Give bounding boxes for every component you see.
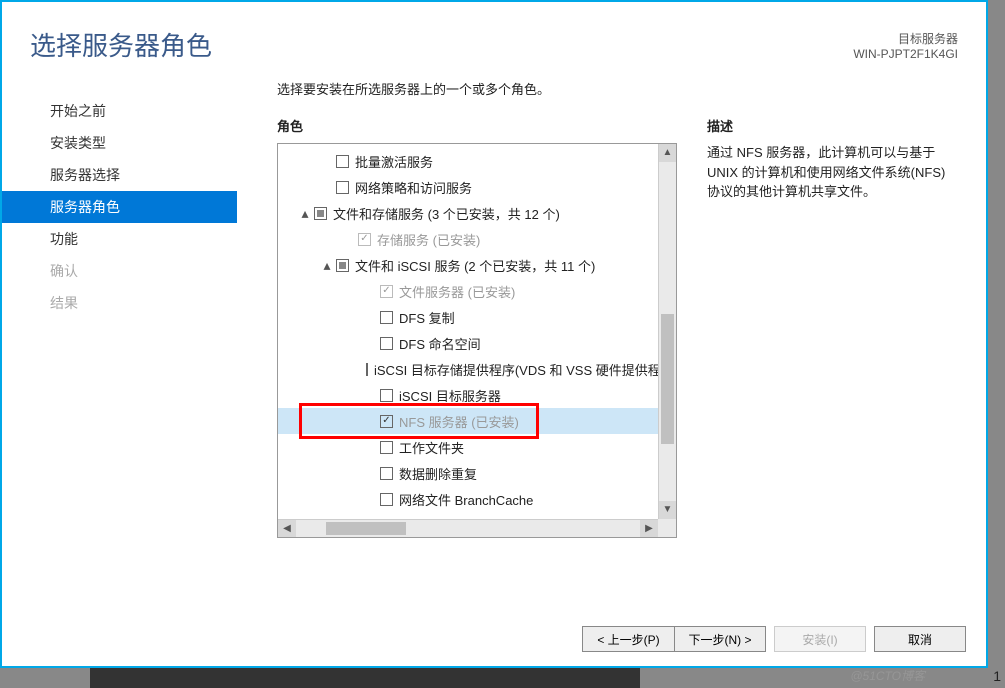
scroll-corner <box>658 519 676 537</box>
scroll-left-icon[interactable]: ◀ <box>278 520 296 537</box>
vertical-scrollbar[interactable]: ▲ ▼ <box>658 144 676 519</box>
tree-node-label: 网络策略和访问服务 <box>355 178 472 197</box>
target-name: WIN-PJPT2F1K4GI <box>853 47 958 61</box>
nav-item-0[interactable]: 开始之前 <box>2 95 237 127</box>
checkbox[interactable] <box>336 181 349 194</box>
tree-node-11[interactable]: 工作文件夹 <box>278 434 658 460</box>
nav-item-6: 结果 <box>2 287 237 319</box>
roles-heading: 角色 <box>277 116 677 135</box>
tree-node-4[interactable]: ▴ 文件和 iSCSI 服务 (2 个已安装，共 11 个) <box>278 252 658 278</box>
tree-node-label: iSCSI 目标服务器 <box>399 386 501 405</box>
tree-node-1[interactable]: 网络策略和访问服务 <box>278 174 658 200</box>
tree-node-label: 存储服务 (已安装) <box>377 230 480 249</box>
nav-item-4[interactable]: 功能 <box>2 223 237 255</box>
tree-node-13[interactable]: 网络文件 BranchCache <box>278 486 658 512</box>
wizard-body: 开始之前安装类型服务器选择服务器角色功能确认结果 选择要安装在所选服务器上的一个… <box>2 71 986 591</box>
tree-node-3[interactable]: 存储服务 (已安装) <box>278 226 658 252</box>
nav-item-2[interactable]: 服务器选择 <box>2 159 237 191</box>
roles-tree: 批量激活服务网络策略和访问服务 ▴ 文件和存储服务 (3 个已安装，共 12 个) 存… <box>278 144 658 519</box>
roles-column: 角色 批量激活服务网络策略和访问服务 ▴ 文件和存储服务 (3 个已安装，共 12 … <box>277 116 677 591</box>
next-button[interactable]: 下一步(N) > <box>674 626 766 652</box>
tree-node-label: 文件服务器 (已安装) <box>399 282 515 301</box>
checkbox <box>380 285 393 298</box>
checkbox[interactable] <box>380 493 393 506</box>
cancel-button[interactable]: 取消 <box>874 626 966 652</box>
horizontal-scrollbar[interactable]: ◀ ▶ <box>278 519 658 537</box>
tree-node-2[interactable]: ▴ 文件和存储服务 (3 个已安装，共 12 个) <box>278 200 658 226</box>
wizard-window: 选择服务器角色 目标服务器 WIN-PJPT2F1K4GI 开始之前安装类型服务… <box>0 0 988 668</box>
target-label: 目标服务器 <box>853 30 958 47</box>
checkbox[interactable] <box>380 311 393 324</box>
nav-button-pair: < 上一步(P)下一步(N) > <box>582 626 766 652</box>
checkbox[interactable] <box>336 259 349 272</box>
tree-node-14[interactable]: 文件服务器 VSS 代理服务 <box>278 512 658 519</box>
tree-node-7[interactable]: DFS 命名空间 <box>278 330 658 356</box>
tree-node-label: 文件和 iSCSI 服务 (2 个已安装，共 11 个) <box>355 256 595 275</box>
nav-item-3[interactable]: 服务器角色 <box>2 191 237 223</box>
tree-node-label: 工作文件夹 <box>399 438 464 457</box>
install-button: 安装(I) <box>774 626 866 652</box>
vscroll-thumb[interactable] <box>661 314 674 444</box>
background-strip <box>90 668 640 688</box>
wizard-buttons: < 上一步(P)下一步(N) > 安装(I) 取消 <box>582 626 966 652</box>
checkbox[interactable] <box>380 441 393 454</box>
checkbox[interactable] <box>314 207 327 220</box>
watermark-text: @51CTO博客 <box>850 667 925 684</box>
expander-icon[interactable]: ▴ <box>320 258 334 272</box>
checkbox[interactable] <box>380 337 393 350</box>
instructions-text: 选择要安装在所选服务器上的一个或多个角色。 <box>277 79 986 98</box>
tree-node-label: 文件和存储服务 (3 个已安装，共 12 个) <box>333 204 560 223</box>
tree-node-8[interactable]: iSCSI 目标存储提供程序(VDS 和 VSS 硬件提供程序) <box>278 356 658 382</box>
scroll-right-icon[interactable]: ▶ <box>640 520 658 537</box>
tree-node-label: DFS 命名空间 <box>399 334 481 353</box>
tree-node-10[interactable]: NFS 服务器 (已安装) <box>278 408 658 434</box>
checkbox[interactable] <box>366 363 368 376</box>
tree-node-0[interactable]: 批量激活服务 <box>278 148 658 174</box>
tree-node-6[interactable]: DFS 复制 <box>278 304 658 330</box>
tree-node-label: 网络文件 BranchCache <box>399 490 533 509</box>
target-server-info: 目标服务器 WIN-PJPT2F1K4GI <box>853 30 958 61</box>
page-number: 1 <box>993 668 1001 684</box>
nav-steps: 开始之前安装类型服务器选择服务器角色功能确认结果 <box>2 75 237 591</box>
hscroll-thumb[interactable] <box>326 522 406 535</box>
page-title: 选择服务器角色 <box>30 26 958 63</box>
nav-item-1[interactable]: 安装类型 <box>2 127 237 159</box>
checkbox[interactable] <box>380 467 393 480</box>
description-heading: 描述 <box>707 116 957 135</box>
description-text: 通过 NFS 服务器，此计算机可以与基于 UNIX 的计算机和使用网络文件系统(… <box>707 143 957 202</box>
tree-node-label: NFS 服务器 (已安装) <box>399 412 519 431</box>
columns: 角色 批量激活服务网络策略和访问服务 ▴ 文件和存储服务 (3 个已安装，共 12 … <box>277 116 986 591</box>
content-pane: 选择要安装在所选服务器上的一个或多个角色。 角色 批量激活服务网络策略和访问服务… <box>237 75 986 591</box>
roles-tree-box: 批量激活服务网络策略和访问服务 ▴ 文件和存储服务 (3 个已安装，共 12 个) 存… <box>277 143 677 538</box>
tree-node-label: iSCSI 目标存储提供程序(VDS 和 VSS 硬件提供程序) <box>374 360 658 379</box>
tree-node-12[interactable]: 数据删除重复 <box>278 460 658 486</box>
hscroll-track[interactable] <box>296 520 640 537</box>
checkbox[interactable] <box>336 155 349 168</box>
checkbox[interactable] <box>380 389 393 402</box>
scroll-down-icon[interactable]: ▼ <box>659 501 676 519</box>
expander-icon[interactable]: ▴ <box>298 206 312 220</box>
tree-node-label: DFS 复制 <box>399 308 455 327</box>
description-column: 描述 通过 NFS 服务器，此计算机可以与基于 UNIX 的计算机和使用网络文件… <box>707 116 957 591</box>
tree-node-label: 批量激活服务 <box>355 152 433 171</box>
roles-tree-scroll[interactable]: 批量激活服务网络策略和访问服务 ▴ 文件和存储服务 (3 个已安装，共 12 个) 存… <box>278 144 658 519</box>
tree-node-label: 数据删除重复 <box>399 464 477 483</box>
tree-node-5[interactable]: 文件服务器 (已安装) <box>278 278 658 304</box>
tree-node-9[interactable]: iSCSI 目标服务器 <box>278 382 658 408</box>
previous-button[interactable]: < 上一步(P) <box>582 626 674 652</box>
checkbox[interactable] <box>380 415 393 428</box>
nav-item-5: 确认 <box>2 255 237 287</box>
wizard-header: 选择服务器角色 目标服务器 WIN-PJPT2F1K4GI <box>2 2 986 71</box>
scroll-up-icon[interactable]: ▲ <box>659 144 676 162</box>
checkbox <box>358 233 371 246</box>
